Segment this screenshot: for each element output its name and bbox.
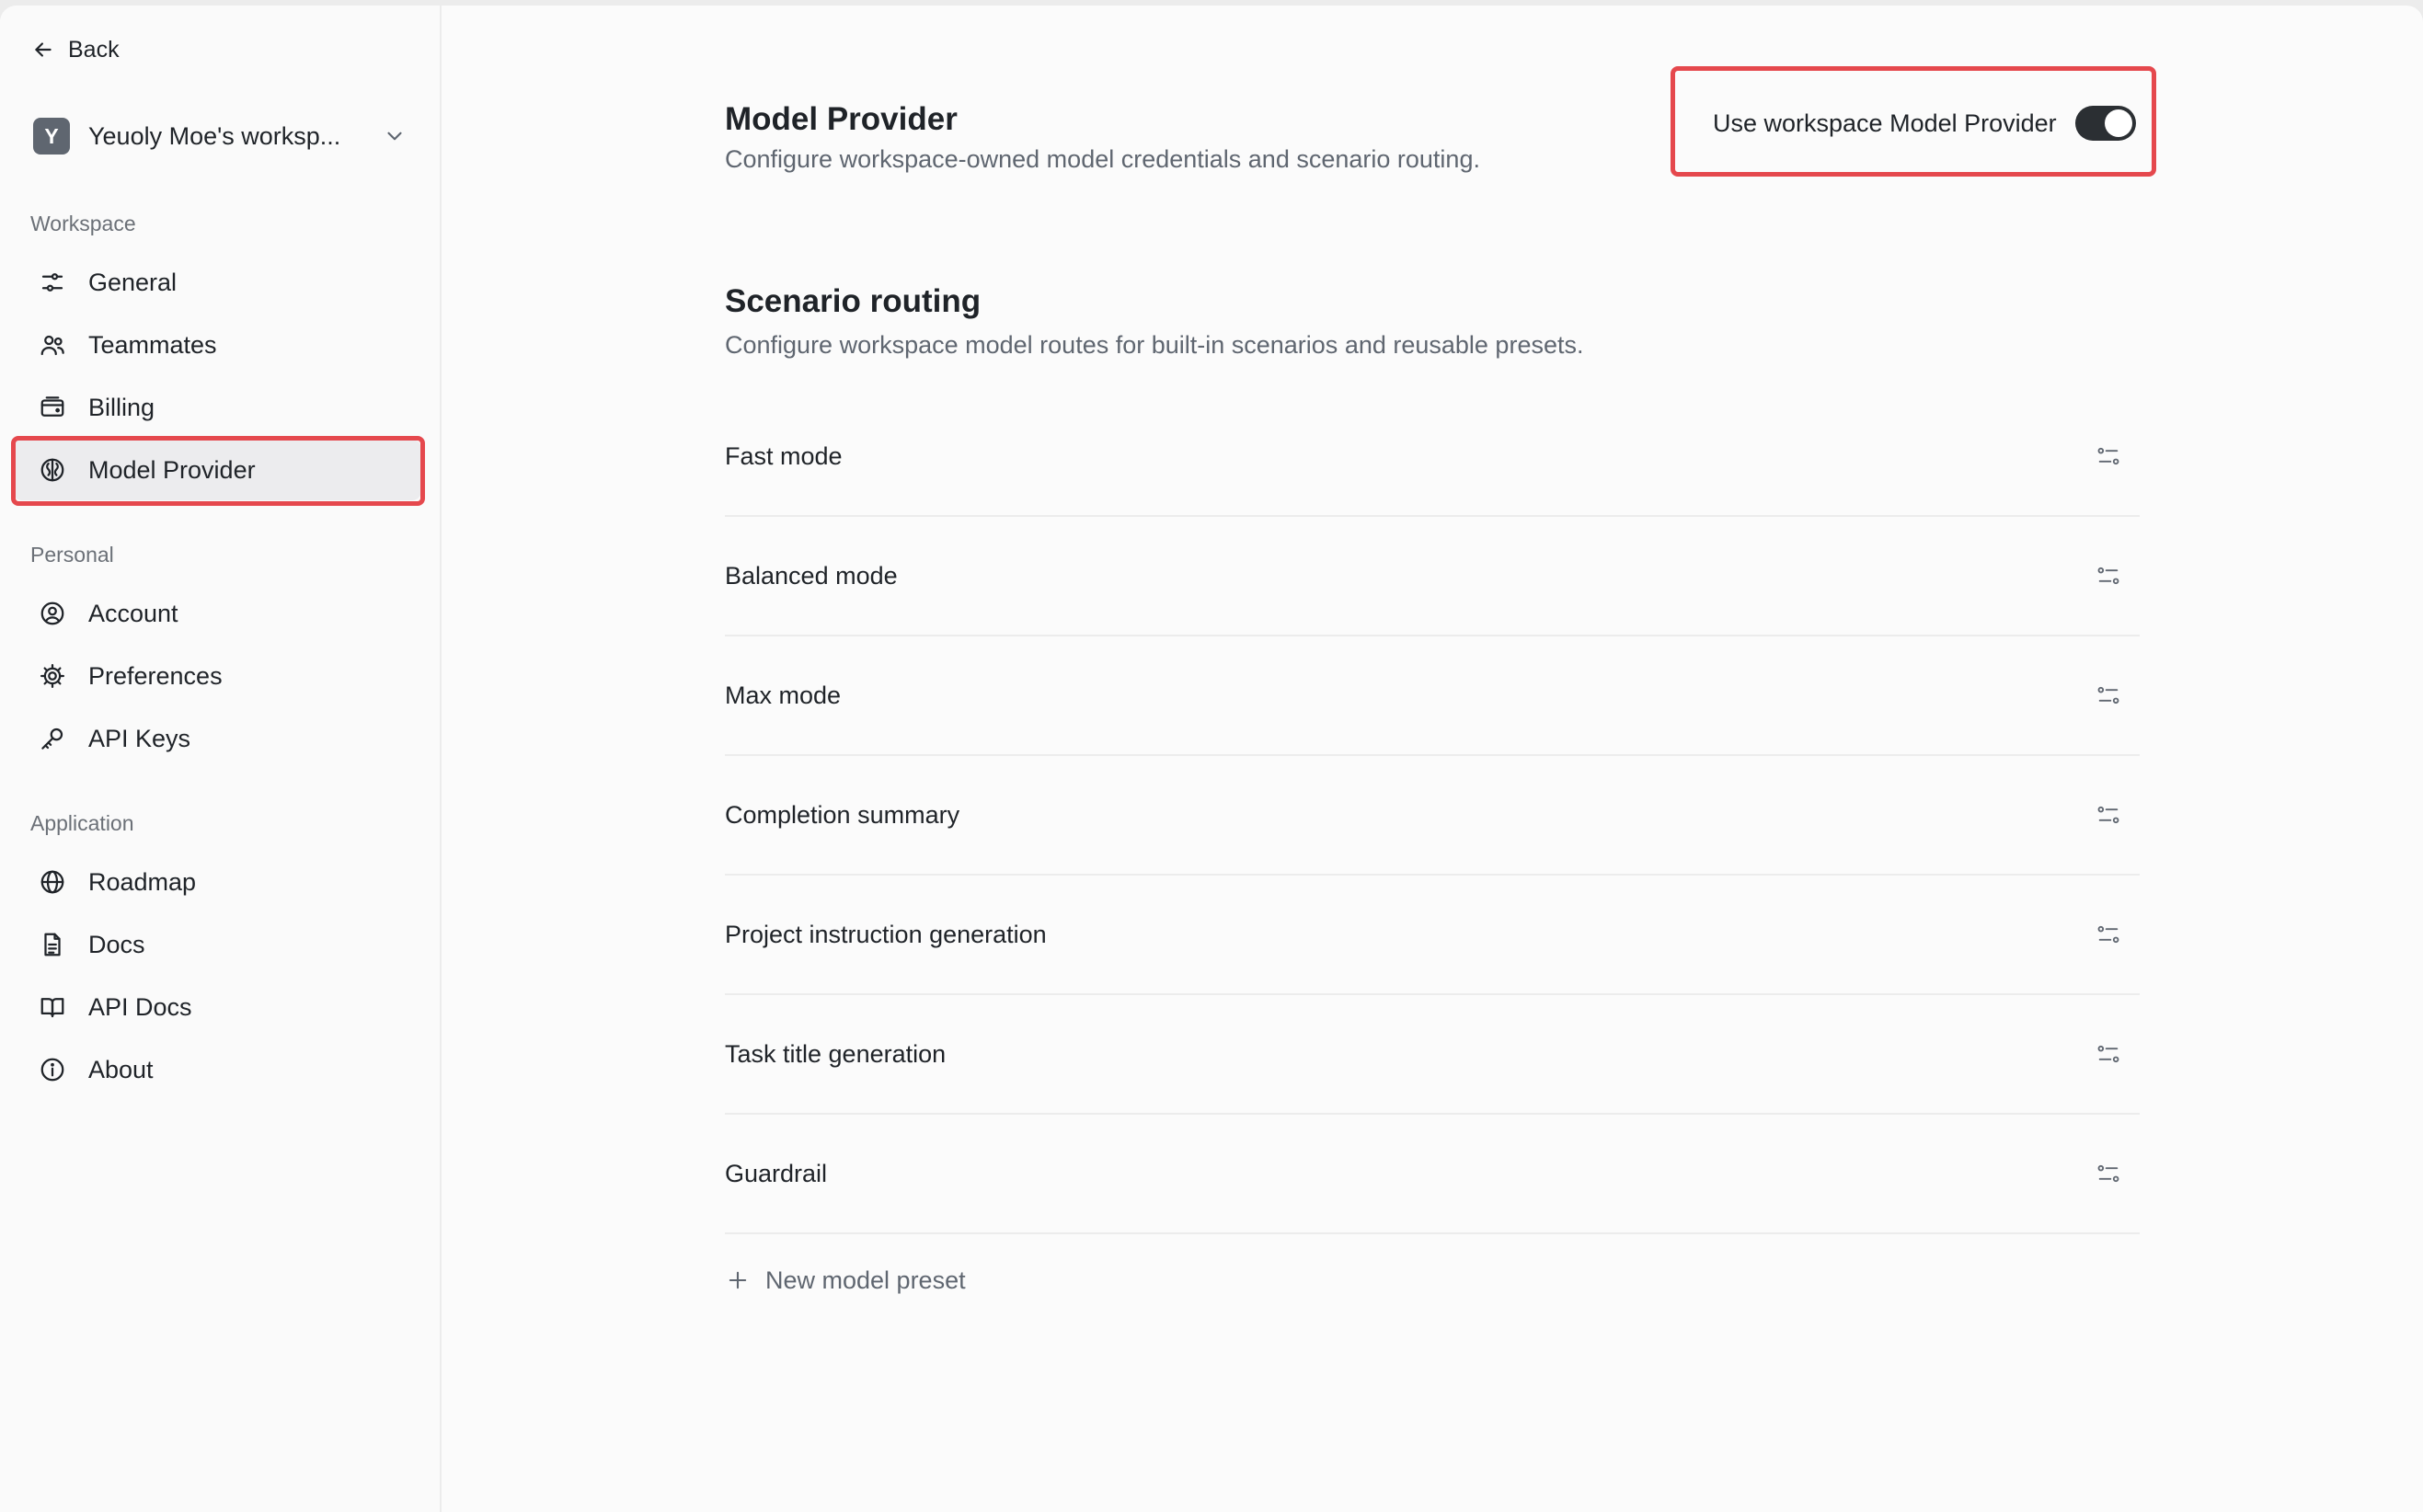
sidebar-item-label: Docs xyxy=(88,930,145,958)
new-model-preset-label: New model preset xyxy=(765,1266,966,1294)
workspace-provider-toggle[interactable] xyxy=(2075,106,2136,141)
section-label-workspace: Workspace xyxy=(30,212,136,235)
section-title: Scenario routing xyxy=(725,283,982,319)
sidebar-item-label: Model Provider xyxy=(88,455,256,484)
sidebar-item-label: API Keys xyxy=(88,724,191,752)
settings-sliders-icon[interactable] xyxy=(2088,1153,2129,1194)
route-label: Completion summary xyxy=(725,800,960,829)
book-open-icon xyxy=(39,993,66,1021)
route-label: Balanced mode xyxy=(725,561,898,590)
section-label-application: Application xyxy=(30,811,134,835)
back-label: Back xyxy=(68,36,120,63)
route-label: Fast mode xyxy=(725,441,843,470)
section-label-personal: Personal xyxy=(30,543,114,567)
workspace-provider-toggle-row: Use workspace Model Provider xyxy=(1693,96,2136,151)
sidebar-item-general[interactable]: General xyxy=(13,252,421,313)
app-window: Back Y Yeuoly Moe's worksp... Workspace … xyxy=(0,6,2423,1512)
sidebar-item-docs[interactable]: Docs xyxy=(13,914,421,975)
settings-main: Model Provider Configure workspace-owned… xyxy=(443,6,2423,1512)
plus-icon xyxy=(729,1271,747,1289)
back-button[interactable]: Back xyxy=(31,31,120,68)
sidebar-item-billing[interactable]: Billing xyxy=(13,377,421,438)
route-row[interactable]: Guardrail xyxy=(725,1115,2140,1234)
page-title: Model Provider xyxy=(725,101,958,137)
page-subtitle: Configure workspace-owned model credenti… xyxy=(725,145,1480,173)
route-row[interactable]: Max mode xyxy=(725,636,2140,756)
route-row[interactable]: Completion summary xyxy=(725,756,2140,876)
settings-sidebar: Back Y Yeuoly Moe's worksp... Workspace … xyxy=(0,6,442,1512)
sidebar-item-model-provider[interactable]: Model Provider xyxy=(13,440,421,500)
brain-icon xyxy=(39,456,66,484)
users-icon xyxy=(39,331,66,359)
workspace-name: Yeuoly Moe's worksp... xyxy=(88,121,341,150)
sidebar-item-account[interactable]: Account xyxy=(13,583,421,644)
sidebar-item-label: API Docs xyxy=(88,992,192,1021)
route-label: Guardrail xyxy=(725,1159,828,1187)
sidebar-item-label: Account xyxy=(88,599,178,627)
new-model-preset-button[interactable]: New model preset xyxy=(725,1260,966,1300)
sidebar-item-about[interactable]: About xyxy=(13,1039,421,1100)
sidebar-item-api-docs[interactable]: API Docs xyxy=(13,977,421,1037)
sidebar-item-preferences[interactable]: Preferences xyxy=(13,646,421,706)
section-subtitle: Configure workspace model routes for bui… xyxy=(725,331,1584,359)
settings-sliders-icon[interactable] xyxy=(2088,436,2129,476)
sidebar-item-roadmap[interactable]: Roadmap xyxy=(13,852,421,912)
settings-sliders-icon[interactable] xyxy=(2088,556,2129,596)
sidebar-item-label: About xyxy=(88,1055,154,1083)
sidebar-item-label: Teammates xyxy=(88,330,217,359)
sidebar-item-api-keys[interactable]: API Keys xyxy=(13,708,421,769)
sidebar-item-label: Preferences xyxy=(88,661,223,690)
arrow-left-icon xyxy=(35,42,52,57)
settings-sliders-icon[interactable] xyxy=(2088,914,2129,955)
key-icon xyxy=(39,725,66,752)
scenario-route-list: Fast mode Balanced mode Max mode Complet… xyxy=(725,397,2140,1234)
wallet-icon xyxy=(39,394,66,421)
route-label: Task title generation xyxy=(725,1039,947,1068)
sidebar-item-teammates[interactable]: Teammates xyxy=(13,315,421,375)
toggle-label: Use workspace Model Provider xyxy=(1713,109,2057,137)
chevron-down-icon xyxy=(387,132,402,141)
workspace-switcher[interactable]: Y Yeuoly Moe's worksp... xyxy=(33,110,412,162)
info-icon xyxy=(39,1056,66,1083)
route-row[interactable]: Project instruction generation xyxy=(725,876,2140,995)
gear-icon xyxy=(39,662,66,690)
route-label: Max mode xyxy=(725,681,842,709)
route-row[interactable]: Fast mode xyxy=(725,397,2140,517)
sidebar-item-label: General xyxy=(88,268,178,296)
sliders-icon xyxy=(39,269,66,296)
route-row[interactable]: Balanced mode xyxy=(725,517,2140,636)
user-circle-icon xyxy=(39,600,66,627)
globe-icon xyxy=(39,868,66,896)
route-label: Project instruction generation xyxy=(725,920,1047,948)
sidebar-item-label: Billing xyxy=(88,393,155,421)
settings-sliders-icon[interactable] xyxy=(2088,795,2129,835)
sidebar-item-label: Roadmap xyxy=(88,867,197,896)
document-icon xyxy=(39,931,66,958)
workspace-avatar: Y xyxy=(33,118,70,155)
route-row[interactable]: Task title generation xyxy=(725,995,2140,1115)
settings-sliders-icon[interactable] xyxy=(2088,1034,2129,1074)
settings-sliders-icon[interactable] xyxy=(2088,675,2129,716)
toggle-knob xyxy=(2105,109,2132,137)
